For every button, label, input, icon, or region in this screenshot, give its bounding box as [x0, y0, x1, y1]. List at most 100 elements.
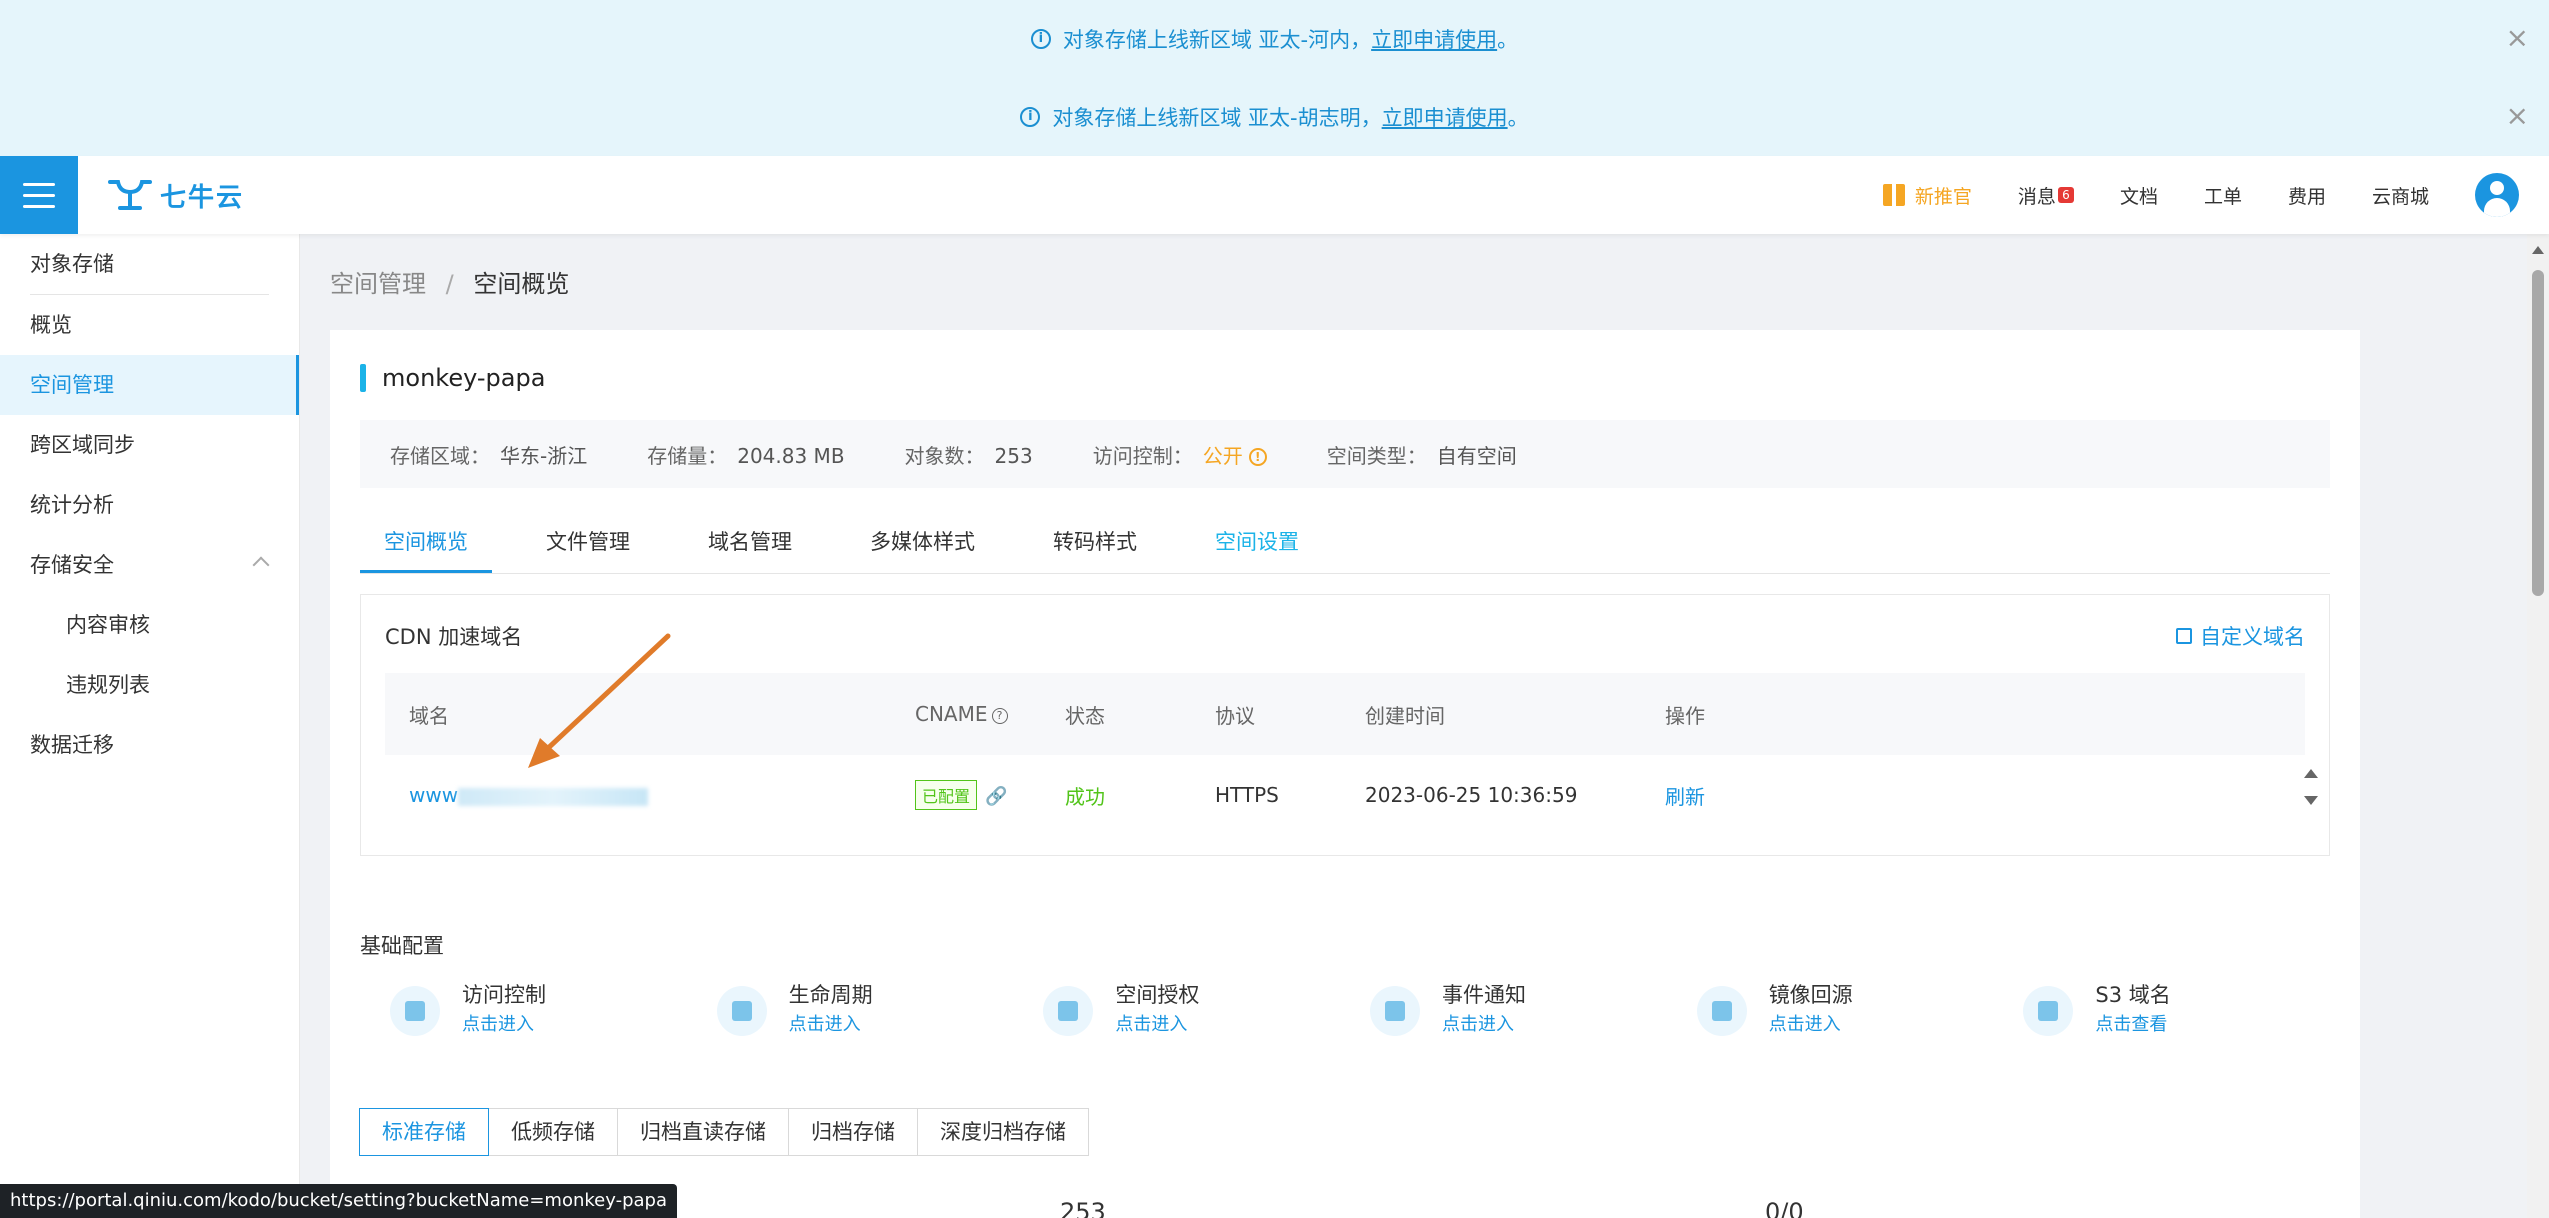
- notice-text: 对象存储上线新区域 亚太-河内，: [1062, 28, 1372, 52]
- storage-type-archive-ir[interactable]: 归档直读存储: [617, 1108, 789, 1156]
- sidebar-item-cross-region-sync[interactable]: 跨区域同步: [0, 415, 299, 475]
- sidebar-item-bucket-management[interactable]: 空间管理: [0, 355, 299, 415]
- messages-label: 消息: [2017, 185, 2056, 208]
- tab-file-management[interactable]: 文件管理: [522, 510, 654, 573]
- chevron-up-icon: [252, 556, 270, 574]
- bucket-card: monkey-papa 存储区域： 华东-浙江 存储量： 204.83 MB 对象数…: [330, 330, 2360, 1218]
- refresh-button[interactable]: 刷新: [1665, 781, 1965, 810]
- scroll-down-icon[interactable]: [2304, 796, 2318, 805]
- promo-link[interactable]: 新推官: [1882, 182, 1972, 209]
- feature-link[interactable]: 点击进入: [462, 1010, 546, 1040]
- sidebar-item-storage-security[interactable]: 存储安全: [0, 535, 299, 595]
- billing-link[interactable]: 费用: [2288, 182, 2326, 209]
- feature-link[interactable]: 点击进入: [1769, 1010, 1853, 1040]
- close-icon[interactable]: ×: [2506, 102, 2529, 130]
- tab-domain-management[interactable]: 域名管理: [684, 510, 816, 573]
- domain-prefix[interactable]: www: [409, 783, 458, 807]
- feature-link[interactable]: 点击进入: [789, 1010, 873, 1040]
- apply-link[interactable]: 立即申请使用: [1382, 102, 1508, 132]
- page-scrollbar[interactable]: [2527, 234, 2549, 1218]
- sidebar-item-content-review[interactable]: 内容审核: [0, 595, 299, 655]
- table-scroll-control[interactable]: [2301, 761, 2321, 821]
- stat-value-partial: 0/0: [1765, 1198, 1804, 1218]
- redacted-domain: [458, 787, 649, 806]
- objects-label: 对象数：: [904, 443, 985, 468]
- top-bar: 七牛云 新推官 消息 6 文档 工单 费用 云商城: [0, 156, 2549, 234]
- cname-status-badge: 已配置: [915, 780, 978, 810]
- feature-lifecycle: 生命周期 点击进入: [716, 980, 1044, 1060]
- info-icon: i: [1020, 107, 1041, 127]
- feature-name: 事件通知: [1442, 983, 1527, 1007]
- market-link[interactable]: 云商城: [2372, 182, 2429, 209]
- tickets-link[interactable]: 工单: [2204, 182, 2242, 209]
- mirror-icon: [1696, 986, 1747, 1036]
- feature-link[interactable]: 点击进入: [1442, 1010, 1526, 1040]
- apply-link[interactable]: 立即申请使用: [1371, 24, 1497, 54]
- access-value: 公开: [1202, 443, 1243, 468]
- qiniu-logo-icon: [108, 180, 152, 210]
- sidebar-item-violation-list[interactable]: 违规列表: [0, 655, 299, 715]
- lifecycle-icon: [716, 986, 767, 1036]
- feature-name: 生命周期: [788, 983, 873, 1007]
- warning-icon[interactable]: !: [1248, 448, 1267, 466]
- user-lock-icon: [390, 986, 440, 1036]
- notice-end: 。: [1507, 106, 1529, 130]
- close-icon[interactable]: ×: [2506, 24, 2529, 52]
- notice-text: 对象存储上线新区域 亚太-胡志明，: [1052, 106, 1382, 130]
- storage-type-standard[interactable]: 标准存储: [359, 1108, 489, 1156]
- gift-icon: [1882, 184, 1905, 206]
- scrollbar-thumb[interactable]: [2532, 270, 2544, 596]
- edit-icon: [2176, 628, 2192, 644]
- breadcrumb-parent[interactable]: 空间管理: [330, 270, 426, 298]
- protocol-cell: HTTPS: [1215, 783, 1279, 807]
- feature-mirror-origin: 镜像回源 点击进入: [1696, 980, 2024, 1060]
- storage-type-switcher: 标准存储 低频存储 归档直读存储 归档存储 深度归档存储: [359, 1108, 1089, 1156]
- top-nav: 新推官 消息 6 文档 工单 费用 云商城: [1882, 156, 2549, 234]
- menu-icon[interactable]: [0, 156, 78, 234]
- clipboard-clock-icon: [1370, 986, 1421, 1036]
- col-cname-label: CNAME: [915, 702, 988, 726]
- feature-name: 访问控制: [462, 983, 546, 1007]
- sidebar: 对象存储 概览 空间管理 跨区域同步 统计分析 存储安全 内容审核 违规列表 数…: [0, 234, 300, 1218]
- sidebar-item-statistics[interactable]: 统计分析: [0, 475, 299, 535]
- notice-end: 。: [1497, 28, 1519, 52]
- custom-domain-link[interactable]: 自定义域名: [2176, 621, 2305, 651]
- type-info: 空间类型： 自有空间: [1327, 440, 1517, 469]
- sidebar-item-object-storage[interactable]: 对象存储: [0, 234, 299, 294]
- storage-type-archive[interactable]: 归档存储: [788, 1108, 918, 1156]
- help-icon[interactable]: ?: [991, 707, 1008, 724]
- storage-type-deep-archive[interactable]: 深度归档存储: [917, 1108, 1089, 1156]
- breadcrumb-current: 空间概览: [473, 270, 570, 298]
- cdn-domains-panel: CDN 加速域名 自定义域名 域名 CNAME? 状态 协议 创建时间 操作 w…: [360, 594, 2330, 856]
- sidebar-item-data-migration[interactable]: 数据迁移: [0, 715, 299, 775]
- feature-link[interactable]: 点击查看: [2095, 1010, 2170, 1040]
- info-icon: i: [1030, 29, 1051, 49]
- tab-transcode-styles[interactable]: 转码样式: [1029, 510, 1161, 573]
- sidebar-item-overview[interactable]: 概览: [0, 295, 299, 355]
- tab-overview[interactable]: 空间概览: [360, 510, 492, 573]
- docs-link[interactable]: 文档: [2120, 182, 2158, 209]
- objects-info: 对象数： 253: [905, 440, 1033, 469]
- browser-status-url: https://portal.qiniu.com/kodo/bucket/set…: [0, 1184, 677, 1218]
- feature-bucket-auth: 空间授权 点击进入: [1043, 980, 1370, 1060]
- type-value: 自有空间: [1436, 443, 1517, 468]
- storage-type-infrequent[interactable]: 低频存储: [488, 1108, 618, 1156]
- avatar[interactable]: [2475, 173, 2519, 217]
- scroll-up-arrow-icon[interactable]: [2532, 246, 2544, 254]
- col-cname: CNAME?: [915, 702, 1065, 726]
- status-cell: 成功: [1065, 784, 1105, 809]
- col-domain: 域名: [409, 703, 449, 728]
- region-value: 华东-浙江: [500, 443, 588, 468]
- tab-bucket-settings[interactable]: 空间设置: [1191, 510, 1323, 573]
- feature-access-control: 访问控制 点击进入: [390, 980, 717, 1060]
- link-icon[interactable]: 🔗: [985, 786, 1007, 807]
- objects-value: 253: [994, 443, 1033, 468]
- feature-link[interactable]: 点击进入: [1115, 1010, 1199, 1040]
- tab-media-styles[interactable]: 多媒体样式: [846, 510, 999, 573]
- type-label: 空间类型：: [1326, 443, 1427, 468]
- feature-event-notify: 事件通知 点击进入: [1370, 980, 1697, 1060]
- scroll-up-icon[interactable]: [2304, 769, 2318, 778]
- domain-cell[interactable]: www: [385, 783, 915, 807]
- logo[interactable]: 七牛云: [108, 176, 244, 214]
- messages-link[interactable]: 消息 6: [2018, 182, 2074, 209]
